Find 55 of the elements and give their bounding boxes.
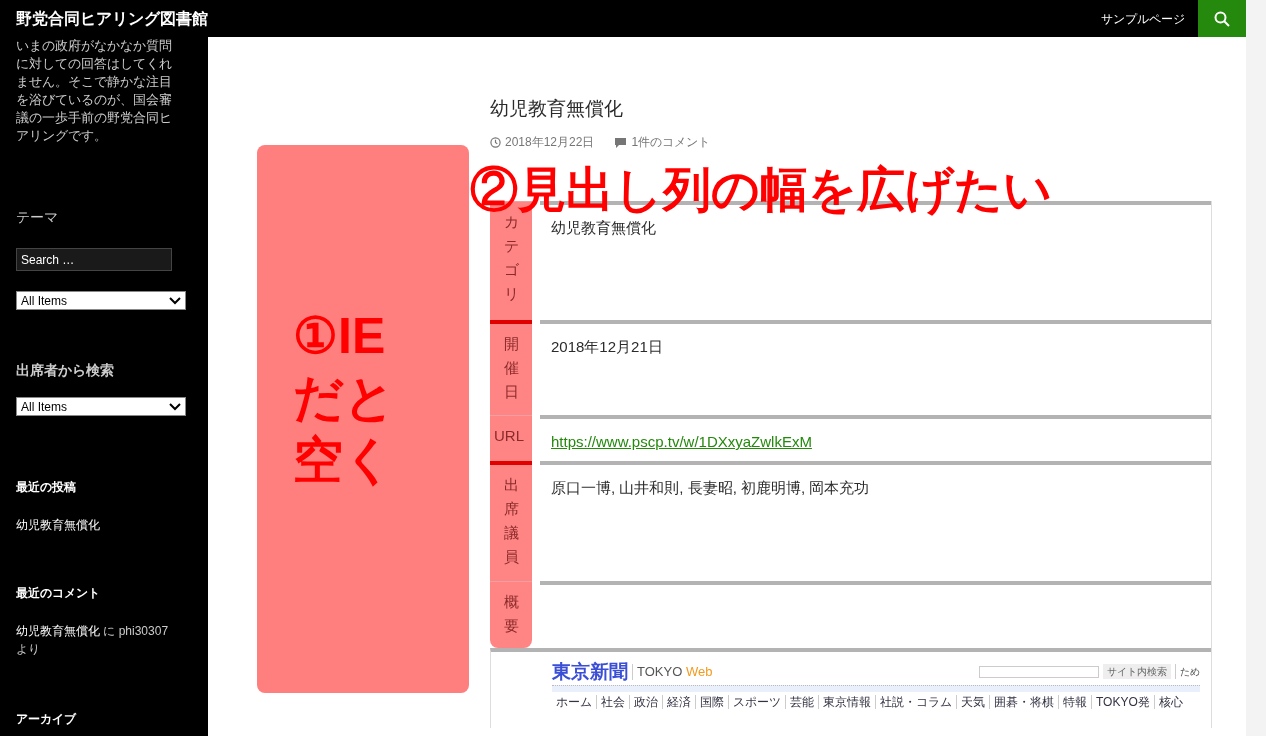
clock-icon bbox=[490, 136, 501, 148]
widget-title: 最近の投稿 bbox=[16, 479, 77, 496]
site-nav-link[interactable]: 芸能 bbox=[785, 694, 818, 709]
chevron-icon bbox=[169, 296, 181, 305]
annotation-text: だと bbox=[293, 369, 396, 428]
site-search-field[interactable] bbox=[979, 665, 1099, 678]
post-date[interactable]: 2018年12月22日 bbox=[505, 133, 595, 151]
site-nav-link[interactable]: 社説・コラム bbox=[875, 694, 956, 709]
cell-text: 2018年12月21日 bbox=[551, 338, 663, 355]
site-nav-link[interactable]: 囲碁・将棋 bbox=[989, 694, 1058, 709]
site-nav-link[interactable]: ホーム bbox=[552, 694, 596, 709]
site-nav-link[interactable]: 核心 bbox=[1153, 694, 1187, 709]
row-header: 開催日 bbox=[503, 334, 519, 402]
widget-title: テーマ bbox=[16, 208, 59, 227]
widget-title: アーカイブ bbox=[16, 711, 78, 728]
search-button[interactable] bbox=[1198, 0, 1246, 37]
annotation-heading: ②見出し列の幅を広げたい bbox=[470, 165, 1052, 215]
chevron-icon bbox=[169, 402, 181, 411]
post-title: 幼児教育無償化 bbox=[490, 97, 623, 121]
row-header: URL bbox=[494, 426, 524, 446]
annotation-text: 空く bbox=[293, 431, 395, 490]
site-nav-link[interactable]: 国際 bbox=[695, 694, 728, 709]
site-nav-link[interactable]: スポーツ bbox=[728, 694, 785, 709]
site-title[interactable]: 野党合同ヒアリング図書館 bbox=[16, 6, 208, 31]
row-header: カテゴリ bbox=[503, 213, 519, 304]
speech-bubble-icon bbox=[614, 136, 628, 148]
site-search-button[interactable]: サイト内検索 bbox=[1103, 664, 1171, 680]
search-icon bbox=[1214, 10, 1230, 27]
site-nav-link[interactable]: 社会 bbox=[596, 694, 629, 709]
cell-text: 原口一博, 山井和則, 長妻昭, 初鹿明博, 岡本充功 bbox=[551, 479, 870, 496]
dropdown[interactable]: All Items bbox=[16, 291, 186, 310]
url-link[interactable]: https://www.pscp.tv/w/1DXxyaZwlkExM bbox=[551, 433, 812, 450]
site-nav-link[interactable]: 天気 bbox=[956, 694, 989, 709]
comment-text: 幼児教育無償化 に phi30307 より bbox=[16, 623, 170, 658]
brand-name: TOKYO Web bbox=[637, 663, 713, 681]
site-nav-link[interactable]: 東京情報 bbox=[818, 694, 875, 709]
site-nav-link[interactable]: 経済 bbox=[662, 694, 695, 709]
widget-title: 最近のコメント bbox=[16, 585, 101, 602]
cell-text: 幼児教育無償化 bbox=[551, 219, 656, 236]
annotation-text: ①IE bbox=[293, 307, 387, 366]
site-description: いまの政府がなかなか質問に対しての回答はしてくれません。そこで静かな注目を浴びているのが、国会審議の一歩手前の野党合同ヒアリングです。 bbox=[16, 38, 173, 145]
nav-link[interactable]: サンプルページ bbox=[1101, 9, 1185, 28]
comment-count[interactable]: 1件のコメント bbox=[631, 133, 711, 151]
dropdown[interactable]: All Items bbox=[16, 397, 186, 416]
comment-post-link[interactable]: 幼児教育無償化 bbox=[16, 624, 100, 638]
site-nav-link[interactable]: 政治 bbox=[629, 694, 662, 709]
site-nav-link[interactable]: TOKYO発 bbox=[1091, 694, 1154, 709]
recent-post-link[interactable]: 幼児教育無償化 bbox=[16, 516, 192, 534]
search-field[interactable]: Search … bbox=[16, 248, 172, 271]
row-header: 出席議員 bbox=[503, 475, 519, 567]
header-link[interactable]: ため bbox=[1175, 664, 1200, 680]
site-nav-link[interactable]: 特報 bbox=[1058, 694, 1091, 709]
newspaper-logo: 東京新聞 bbox=[552, 662, 628, 682]
row-header: 概要 bbox=[503, 592, 519, 636]
widget-title: 出席者から検索 bbox=[16, 361, 115, 380]
